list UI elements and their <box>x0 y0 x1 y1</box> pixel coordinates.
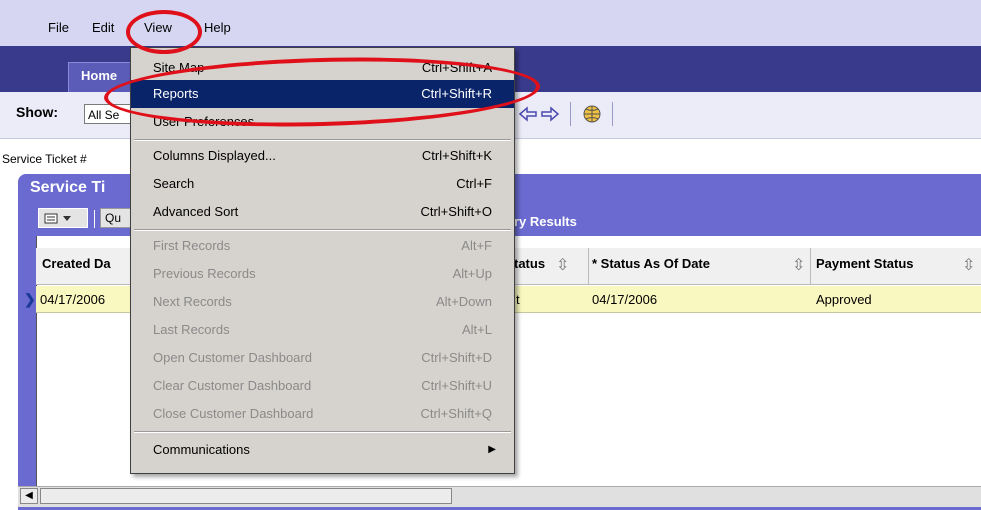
menu-edit[interactable]: Edit <box>92 18 114 38</box>
menu-item-label: User Preferences <box>153 114 255 129</box>
column-header-status-as-of-date[interactable]: * Status As Of Date <box>592 256 710 271</box>
menu-item-communications[interactable]: Communications ▶ <box>131 436 514 464</box>
menu-separator <box>134 139 511 141</box>
menu-item-label: Advanced Sort <box>153 204 239 219</box>
menu-item-label: First Records <box>153 238 231 253</box>
menu-item-label: Close Customer Dashboard <box>153 406 314 421</box>
menu-item-label: Columns Displayed... <box>153 148 276 163</box>
cell-created-date: 04/17/2006 <box>40 292 106 307</box>
menu-item-reports[interactable]: Reports Ctrl+Shift+R <box>131 80 514 108</box>
row-pointer-icon: ❯ <box>24 291 36 307</box>
menu-item-user-preferences[interactable]: User Preferences <box>131 108 514 136</box>
panel-divider <box>94 210 95 228</box>
menu-item-label: Next Records <box>153 294 232 309</box>
back-arrow-icon[interactable] <box>518 104 538 124</box>
menu-item-shortcut: Alt+Up <box>452 266 492 281</box>
menu-view[interactable]: View <box>144 18 172 38</box>
menu-item-columns-displayed[interactable]: Columns Displayed... Ctrl+Shift+K <box>131 142 514 170</box>
menu-item-shortcut: Ctrl+Shift+A <box>421 60 492 75</box>
column-divider <box>810 248 811 284</box>
menu-item-shortcut: Ctrl+F <box>456 176 492 191</box>
service-ticket-label: Service Ticket # <box>2 152 87 166</box>
menu-item-label: Open Customer Dashboard <box>153 350 312 365</box>
show-label: Show: <box>16 104 58 120</box>
menu-item-advanced-sort[interactable]: Advanced Sort Ctrl+Shift+O <box>131 198 514 226</box>
results-title: ry Results <box>514 214 577 229</box>
menu-item-shortcut: Ctrl+Shift+Q <box>420 406 492 421</box>
menu-separator <box>134 431 511 433</box>
menu-item-open-customer-dashboard[interactable]: Open Customer Dashboard Ctrl+Shift+D <box>131 344 514 372</box>
menu-item-label: Site Map <box>153 60 205 75</box>
panel-title: Service Ti <box>30 179 106 196</box>
menu-item-close-customer-dashboard[interactable]: Close Customer Dashboard Ctrl+Shift+Q <box>131 400 514 428</box>
menu-item-shortcut: Alt+L <box>462 322 492 337</box>
menu-file[interactable]: File <box>48 18 69 38</box>
list-menu-icon <box>44 213 71 224</box>
menu-item-label: Previous Records <box>153 266 256 281</box>
sort-arrows-icon[interactable]: ⇳ <box>792 255 805 275</box>
menu-item-search[interactable]: Search Ctrl+F <box>131 170 514 198</box>
menu-item-label: Last Records <box>153 322 230 337</box>
menu-item-label: Reports <box>153 86 199 101</box>
menu-item-shortcut: Ctrl+Shift+U <box>421 378 492 393</box>
cell-status-as-of-date: 04/17/2006 <box>592 292 658 307</box>
forward-arrow-icon[interactable] <box>540 104 560 124</box>
sort-arrows-icon[interactable]: ⇳ <box>556 255 569 275</box>
column-header-payment-status[interactable]: Payment Status <box>816 256 914 271</box>
toolbar-divider <box>570 102 571 126</box>
toolbar-divider <box>612 102 613 126</box>
menu-item-site-map[interactable]: Site Map Ctrl+Shift+A <box>131 54 514 82</box>
column-header-status[interactable]: tatus <box>514 256 545 271</box>
menu-separator <box>134 229 511 231</box>
column-header-created-date[interactable]: Created Da <box>42 256 111 271</box>
menu-item-label: Search <box>153 176 195 191</box>
show-select[interactable]: All Se <box>84 104 134 124</box>
list-menu-button[interactable] <box>38 208 88 228</box>
menu-item-shortcut: Ctrl+Shift+K <box>421 148 492 163</box>
menu-item-first-records[interactable]: First Records Alt+F <box>131 232 514 260</box>
menu-item-previous-records[interactable]: Previous Records Alt+Up <box>131 260 514 288</box>
submenu-arrow-icon: ▶ <box>488 444 496 455</box>
menu-item-shortcut: Ctrl+Shift+R <box>421 86 492 101</box>
menu-item-next-records[interactable]: Next Records Alt+Down <box>131 288 514 316</box>
menu-item-shortcut: Alt+F <box>461 238 492 253</box>
menu-item-label: Communications <box>153 442 250 457</box>
menu-item-last-records[interactable]: Last Records Alt+L <box>131 316 514 344</box>
sort-arrows-icon[interactable]: ⇳ <box>962 255 975 275</box>
column-divider <box>588 248 589 284</box>
query-button[interactable]: Qu <box>100 208 134 228</box>
globe-icon[interactable] <box>582 104 602 124</box>
menu-item-shortcut: Ctrl+Shift+O <box>420 204 492 219</box>
menu-item-clear-customer-dashboard[interactable]: Clear Customer Dashboard Ctrl+Shift+U <box>131 372 514 400</box>
menu-item-shortcut: Alt+Down <box>436 294 492 309</box>
cell-payment-status: Approved <box>816 292 872 307</box>
cell-status: t <box>516 292 520 307</box>
menu-help[interactable]: Help <box>204 18 231 38</box>
scrollbar-thumb[interactable] <box>40 488 452 504</box>
menu-item-shortcut: Ctrl+Shift+D <box>421 350 492 365</box>
scroll-left-icon[interactable]: ◀ <box>20 488 38 504</box>
menu-item-label: Clear Customer Dashboard <box>153 378 312 393</box>
